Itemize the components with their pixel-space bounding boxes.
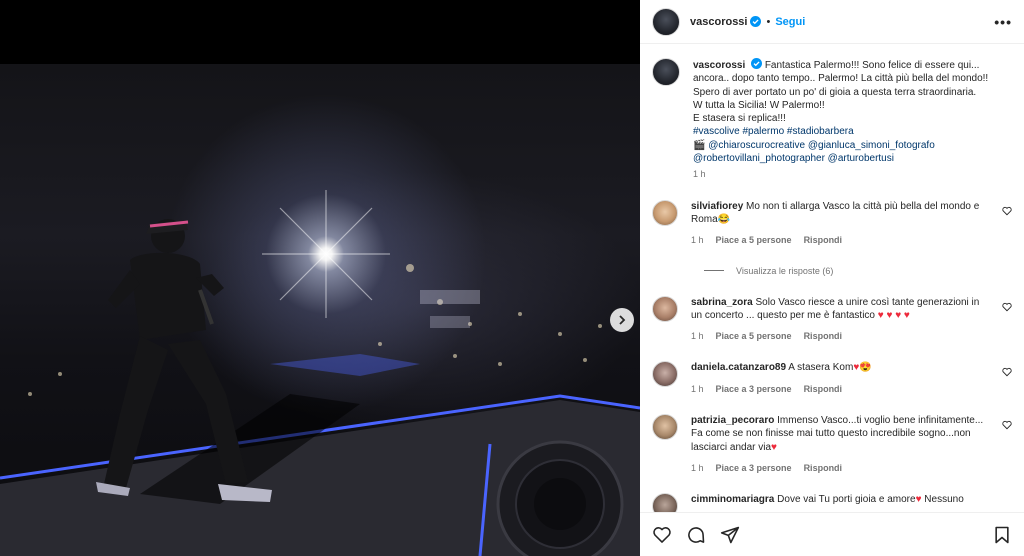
comment-likes[interactable]: Piace a 5 persone xyxy=(716,234,792,247)
reply-button[interactable]: Rispondi xyxy=(804,383,843,396)
commenter-avatar[interactable] xyxy=(652,361,678,388)
caption-text-line4: E stasera si replica!!! xyxy=(693,113,786,125)
post-side-panel: vascorossi • Segui ••• vascorossi Fantas… xyxy=(640,0,1024,556)
reply-button[interactable]: Rispondi xyxy=(804,330,843,343)
commenter-avatar[interactable] xyxy=(652,414,678,441)
heart-icon[interactable] xyxy=(652,525,672,545)
comment-time: 1 h xyxy=(691,462,704,473)
photo-illustration xyxy=(0,190,640,556)
red-heart-emoji: ♥ xyxy=(915,494,922,506)
caption-timestamp: 1 h xyxy=(693,169,706,180)
verified-badge-icon xyxy=(750,16,762,27)
caption-text-line3: W tutta la Sicilia! W Palermo!! xyxy=(693,99,825,111)
comment-likes[interactable]: Piace a 3 persone xyxy=(716,383,792,396)
follow-button[interactable]: Segui xyxy=(775,16,805,28)
post-caption: vascorossi Fantastica Palermo!!! Sono fe… xyxy=(652,44,1012,182)
author-username[interactable]: vascorossi xyxy=(690,16,747,28)
commenter-avatar[interactable] xyxy=(652,493,678,512)
comment-likes[interactable]: Piace a 3 persone xyxy=(716,462,792,475)
caption-avatar[interactable] xyxy=(652,58,680,86)
comment-item: cimminomariagra Dove vai Tu porti gioia … xyxy=(652,493,1012,512)
comment-username[interactable]: daniela.catanzaro89 xyxy=(691,362,786,373)
bookmark-icon[interactable] xyxy=(992,525,1012,545)
more-options-button[interactable]: ••• xyxy=(994,14,1012,30)
view-replies-button[interactable]: Visualizza le risposte (6) xyxy=(704,266,1012,276)
comment-username[interactable]: sabrina_zora xyxy=(691,297,753,308)
separator-dot: • xyxy=(766,15,771,28)
reply-button[interactable]: Rispondi xyxy=(804,462,843,475)
post-actions-bar xyxy=(640,512,1024,556)
comments-scroll-area[interactable]: vascorossi Fantastica Palermo!!! Sono fe… xyxy=(640,44,1024,512)
heart-icon[interactable] xyxy=(1002,302,1012,312)
post-media xyxy=(0,0,640,556)
comment-item: sabrina_zora Solo Vasco riesce a unire c… xyxy=(652,295,1012,344)
comment-username[interactable]: silviafiorey xyxy=(691,201,743,212)
chevron-right-icon xyxy=(619,315,626,325)
replies-divider xyxy=(704,270,724,272)
next-image-button[interactable] xyxy=(610,308,634,332)
heart-eyes-emoji: 😍 xyxy=(859,362,872,374)
comment-icon[interactable] xyxy=(686,525,706,545)
heart-icon[interactable] xyxy=(1002,206,1012,216)
comment-item: patrizia_pecoraro Immenso Vasco...ti vog… xyxy=(652,414,1012,475)
commenter-avatar[interactable] xyxy=(652,295,678,322)
comment-text: Dove vai Tu porti gioia e amore xyxy=(777,494,916,506)
comment-time: 1 h xyxy=(691,331,704,342)
clapperboard-icon: 🎬 xyxy=(693,139,706,151)
heart-icon[interactable] xyxy=(1002,367,1012,377)
view-replies-label: Visualizza le risposte (6) xyxy=(736,265,834,276)
comment-username[interactable]: patrizia_pecoraro xyxy=(691,415,774,426)
red-heart-emojis: ♥ ♥ ♥ ♥ xyxy=(877,309,910,321)
caption-mentions-2[interactable]: @robertovillani_photographer @arturobert… xyxy=(693,152,993,165)
verified-badge-icon xyxy=(751,58,763,69)
comment-text-tail: Nessuno xyxy=(924,494,964,506)
comment-time: 1 h xyxy=(691,235,704,246)
commenter-avatar[interactable] xyxy=(652,199,678,226)
caption-username[interactable]: vascorossi xyxy=(693,60,745,71)
concert-photo xyxy=(0,64,640,556)
comment-time: 1 h xyxy=(691,383,704,394)
heart-icon[interactable] xyxy=(1002,420,1012,430)
comment-item: silviafiorey Mo non ti allarga Vasco la … xyxy=(652,199,1012,248)
comment-text: A stasera Kom xyxy=(788,362,854,374)
author-avatar[interactable] xyxy=(652,7,680,36)
post-header: vascorossi • Segui ••• xyxy=(640,0,1024,44)
send-icon[interactable] xyxy=(720,525,740,545)
reply-button[interactable]: Rispondi xyxy=(804,234,843,247)
comment-item: daniela.catanzaro89 A stasera Kom♥😍 1 h … xyxy=(652,361,1012,396)
caption-text-line2: Spero di aver portato un po' di gioia a … xyxy=(693,86,977,98)
red-heart-emoji: ♥ xyxy=(771,441,777,453)
caption-mentions[interactable]: @chiaroscurocreative @gianluca_simoni_fo… xyxy=(708,140,935,151)
comment-likes[interactable]: Piace a 5 persone xyxy=(716,330,792,343)
caption-hashtags[interactable]: #vascolive #palermo #stadiobarbera xyxy=(693,125,993,138)
comment-username[interactable]: cimminomariagra xyxy=(691,494,774,505)
